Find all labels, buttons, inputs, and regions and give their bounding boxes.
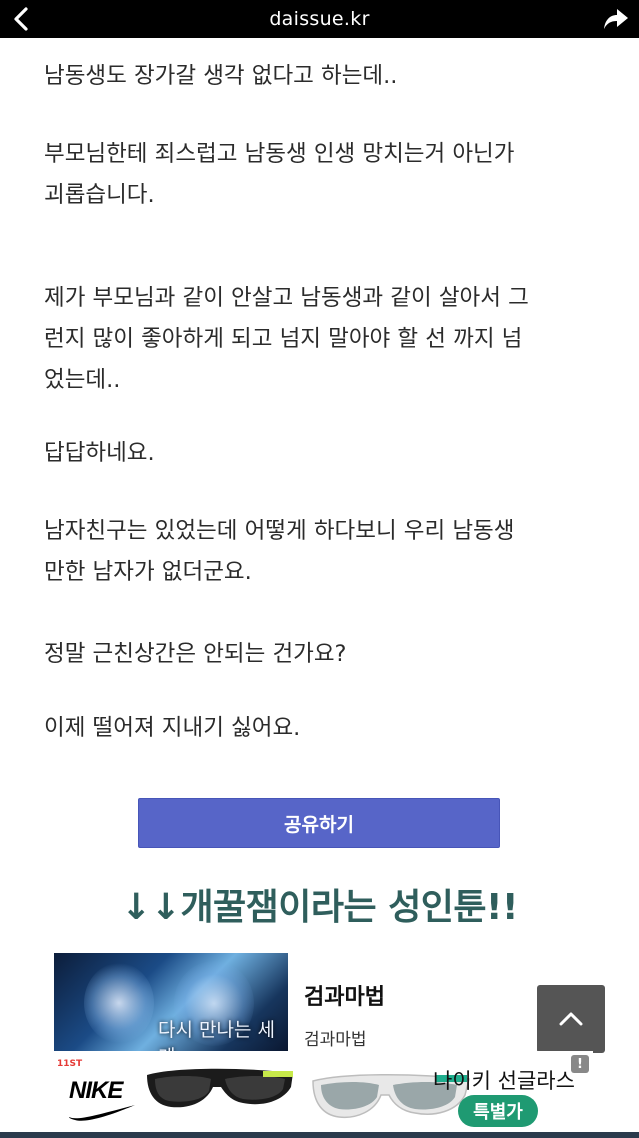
- webtoon-title[interactable]: 검과마법: [304, 979, 385, 1011]
- webtoon-subtitle: 검과마법: [304, 1030, 367, 1050]
- article-paragraph: 답답하네요.: [44, 440, 155, 466]
- back-icon[interactable]: [8, 5, 36, 33]
- scroll-to-top-button[interactable]: [537, 985, 605, 1053]
- ad-title[interactable]: 나이키 선글라스: [433, 1065, 575, 1095]
- browser-top-bar: daissue.kr: [0, 0, 639, 38]
- article-paragraph: 부모님한테 죄스럽고 남동생 인생 망치는거 아닌가 괴롭습니다.: [44, 141, 515, 208]
- webtoon-card[interactable]: 다시 만나는 세계 검과마법 검과마법: [54, 953, 594, 1051]
- url-label[interactable]: daissue.kr: [269, 8, 369, 30]
- thumbnail-figure-left: [84, 963, 154, 1043]
- ad-price-badge[interactable]: 특별가: [458, 1095, 538, 1127]
- ad-bottom-strip: [0, 1132, 639, 1138]
- article-paragraph: 남동생도 장가갈 생각 없다고 하는데..: [44, 63, 398, 89]
- article-paragraph: 정말 근친상간은 안되는 건가요?: [44, 641, 347, 667]
- swoosh-icon: [69, 1105, 135, 1121]
- nike-logo: NIKE: [69, 1077, 123, 1104]
- sunglasses-image: [147, 1068, 470, 1119]
- article-paragraph: 남자친구는 있었는데 어떻게 하다보니 우리 남동생 만한 남자가 없더군요.: [44, 518, 515, 585]
- ad-info-icon[interactable]: !: [571, 1055, 589, 1073]
- ad-banner[interactable]: 11ST NIKE 나이키 선글라스 특별가 !: [47, 1051, 593, 1138]
- promo-heading: ↓↓개꿀잼이라는 성인툰!!: [121, 887, 518, 928]
- store-badge: 11ST: [57, 1059, 83, 1069]
- thumbnail-caption: 다시 만나는 세계: [158, 1019, 275, 1051]
- share-icon[interactable]: [603, 7, 629, 31]
- article-paragraph: 제가 부모님과 같이 안살고 남동생과 같이 살아서 그 런지 많이 좋아하게 …: [44, 285, 529, 393]
- article-paragraph: 이제 떨어져 지내기 싫어요.: [44, 715, 301, 741]
- share-button[interactable]: 공유하기: [138, 798, 500, 848]
- chevron-up-icon: [559, 1012, 583, 1026]
- webtoon-thumbnail[interactable]: 다시 만나는 세계: [54, 953, 288, 1051]
